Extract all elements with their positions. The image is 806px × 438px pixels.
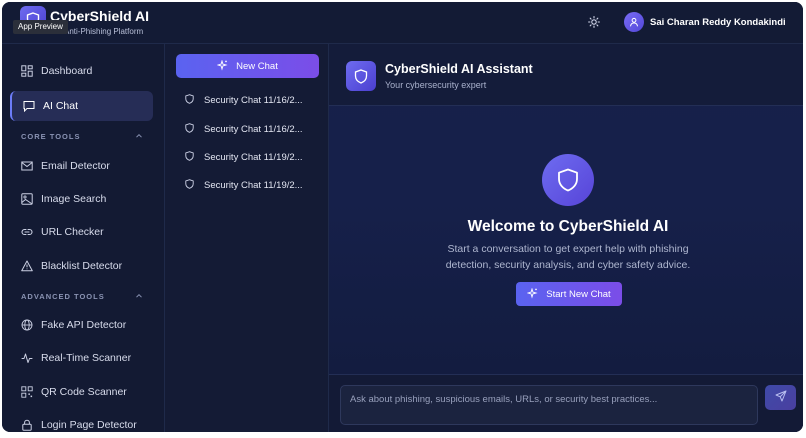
user-avatar[interactable] <box>624 12 644 32</box>
section-title: CORE TOOLS <box>21 132 81 141</box>
sidebar-item-email-detector[interactable]: Email Detector <box>10 151 153 181</box>
user-icon <box>630 17 638 27</box>
assistant-subtitle: Your cybersecurity expert <box>385 80 487 90</box>
theme-toggle-button[interactable] <box>586 15 602 31</box>
globe-icon <box>21 319 33 331</box>
sidebar-item-label: Fake API Detector <box>41 319 127 331</box>
sidebar-item-label: AI Chat <box>43 100 79 112</box>
sun-icon <box>588 15 600 31</box>
section-advanced-tools[interactable]: ADVANCED TOOLS <box>21 292 143 304</box>
sidebar-item-label: Blacklist Detector <box>41 260 123 272</box>
message-composer <box>329 374 803 432</box>
chat-history-item[interactable]: Security Chat 11/16/2... <box>185 121 321 137</box>
sidebar-item-dashboard[interactable]: Dashboard <box>10 56 153 86</box>
link-icon <box>21 226 33 238</box>
assistant-header: CyberShield AI Assistant Your cybersecur… <box>329 44 803 106</box>
lock-icon <box>21 419 33 431</box>
sparkles-icon <box>216 58 228 74</box>
send-button[interactable] <box>765 385 796 410</box>
sidebar-item-ai-chat[interactable]: AI Chat <box>10 91 153 121</box>
grid-icon <box>21 65 33 77</box>
chat-history-item[interactable]: Security Chat 11/16/2... <box>185 92 321 108</box>
sidebar-item-fake-api-detector[interactable]: Fake API Detector <box>10 310 153 340</box>
assistant-title: CyberShield AI Assistant <box>385 62 533 76</box>
pulse-icon <box>21 352 33 364</box>
send-icon <box>775 390 787 405</box>
sidebar-item-blacklist-detector[interactable]: Blacklist Detector <box>10 251 153 281</box>
section-title: ADVANCED TOOLS <box>21 292 105 301</box>
message-input[interactable] <box>340 385 758 425</box>
section-core-tools[interactable]: CORE TOOLS <box>21 132 143 144</box>
shield-icon <box>346 61 376 91</box>
start-new-chat-label: Start New Chat <box>546 288 611 300</box>
chat-title: Security Chat 11/16/2... <box>204 94 303 106</box>
chat-main-panel: CyberShield AI Assistant Your cybersecur… <box>329 44 803 432</box>
sidebar: Dashboard AI Chat CORE TOOLS Email Detec… <box>2 44 165 432</box>
sidebar-item-image-search[interactable]: Image Search <box>10 184 153 214</box>
new-chat-label: New Chat <box>236 60 278 72</box>
sidebar-item-label: QR Code Scanner <box>41 386 127 398</box>
warning-triangle-icon <box>21 260 33 272</box>
chat-history-panel: New Chat Security Chat 11/16/2... Securi… <box>165 44 329 432</box>
welcome-title: Welcome to CyberShield AI <box>467 218 669 235</box>
sidebar-item-label: URL Checker <box>41 226 104 238</box>
shield-icon <box>185 120 194 138</box>
qr-code-icon <box>21 386 33 398</box>
chat-title: Security Chat 11/16/2... <box>204 123 303 135</box>
sidebar-item-label: Dashboard <box>41 65 93 77</box>
shield-icon <box>185 91 194 109</box>
sidebar-item-qr-code-scanner[interactable]: QR Code Scanner <box>10 377 153 407</box>
image-icon <box>21 193 33 205</box>
sidebar-item-login-page-detector[interactable]: Login Page Detector <box>10 410 153 432</box>
chevron-up-icon <box>135 292 143 302</box>
app-window: CyberShield AI Anti-Phishing Platform Ap… <box>2 2 803 432</box>
top-header: CyberShield AI Anti-Phishing Platform Ap… <box>2 2 803 44</box>
sidebar-item-url-checker[interactable]: URL Checker <box>10 217 153 247</box>
mail-icon <box>21 160 33 172</box>
sidebar-item-label: Email Detector <box>41 160 110 172</box>
new-chat-button[interactable]: New Chat <box>176 54 319 78</box>
welcome-text: Start a conversation to get expert help … <box>445 243 691 271</box>
chat-bubble-icon <box>23 100 35 112</box>
app-subtitle: Anti-Phishing Platform <box>64 27 144 36</box>
chat-title: Security Chat 11/19/2... <box>204 151 303 163</box>
shield-icon <box>185 176 194 194</box>
sparkles-icon <box>526 286 538 302</box>
chat-history-item[interactable]: Security Chat 11/19/2... <box>185 177 321 193</box>
sidebar-item-label: Login Page Detector <box>41 419 137 431</box>
chat-history-item[interactable]: Security Chat 11/19/2... <box>185 149 321 165</box>
chevron-up-icon <box>135 132 143 142</box>
sidebar-item-label: Image Search <box>41 193 107 205</box>
shield-icon <box>542 154 594 206</box>
user-name[interactable]: Sai Charan Reddy Kondakindi <box>650 17 786 28</box>
sidebar-item-real-time-scanner[interactable]: Real-Time Scanner <box>10 343 153 373</box>
chat-title: Security Chat 11/19/2... <box>204 179 303 191</box>
sidebar-item-label: Real-Time Scanner <box>41 352 132 364</box>
start-new-chat-button[interactable]: Start New Chat <box>516 282 622 306</box>
app-preview-tag: App Preview <box>13 20 68 34</box>
shield-icon <box>185 148 194 166</box>
